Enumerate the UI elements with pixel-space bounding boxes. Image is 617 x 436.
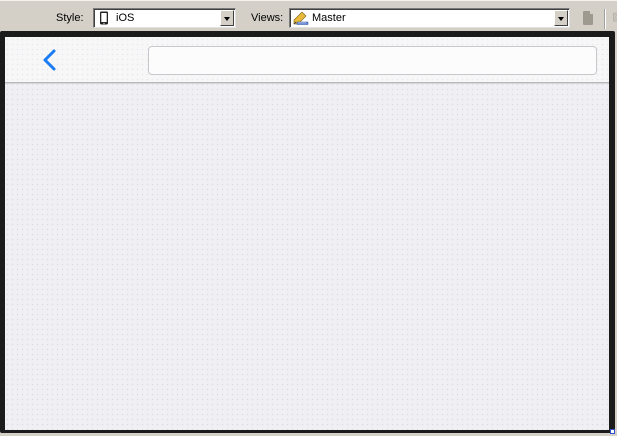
views-dropdown-value: Master <box>312 12 346 24</box>
device-screen <box>5 37 609 430</box>
navigation-bar <box>5 37 609 84</box>
pencil-ruler-icon <box>293 11 309 25</box>
device-frame <box>0 31 615 433</box>
truncated-toolbar-icon: ▧ <box>612 10 617 26</box>
views-dropdown[interactable]: Master <box>289 8 570 28</box>
style-dropdown-value: iOS <box>116 12 135 24</box>
resize-handle[interactable] <box>610 429 615 434</box>
document-icon <box>583 11 593 25</box>
chevron-left-icon[interactable] <box>37 47 61 73</box>
views-label: Views: <box>251 12 284 24</box>
chevron-down-icon[interactable] <box>554 10 568 26</box>
toolbar-separator <box>604 9 605 29</box>
chevron-down-icon[interactable] <box>220 10 234 26</box>
style-dropdown[interactable]: iOS <box>93 8 236 28</box>
phone-icon <box>100 11 108 25</box>
style-label: Style: <box>56 12 84 24</box>
toolbar-document-button[interactable] <box>579 9 597 27</box>
navigation-title-field[interactable] <box>148 46 597 75</box>
